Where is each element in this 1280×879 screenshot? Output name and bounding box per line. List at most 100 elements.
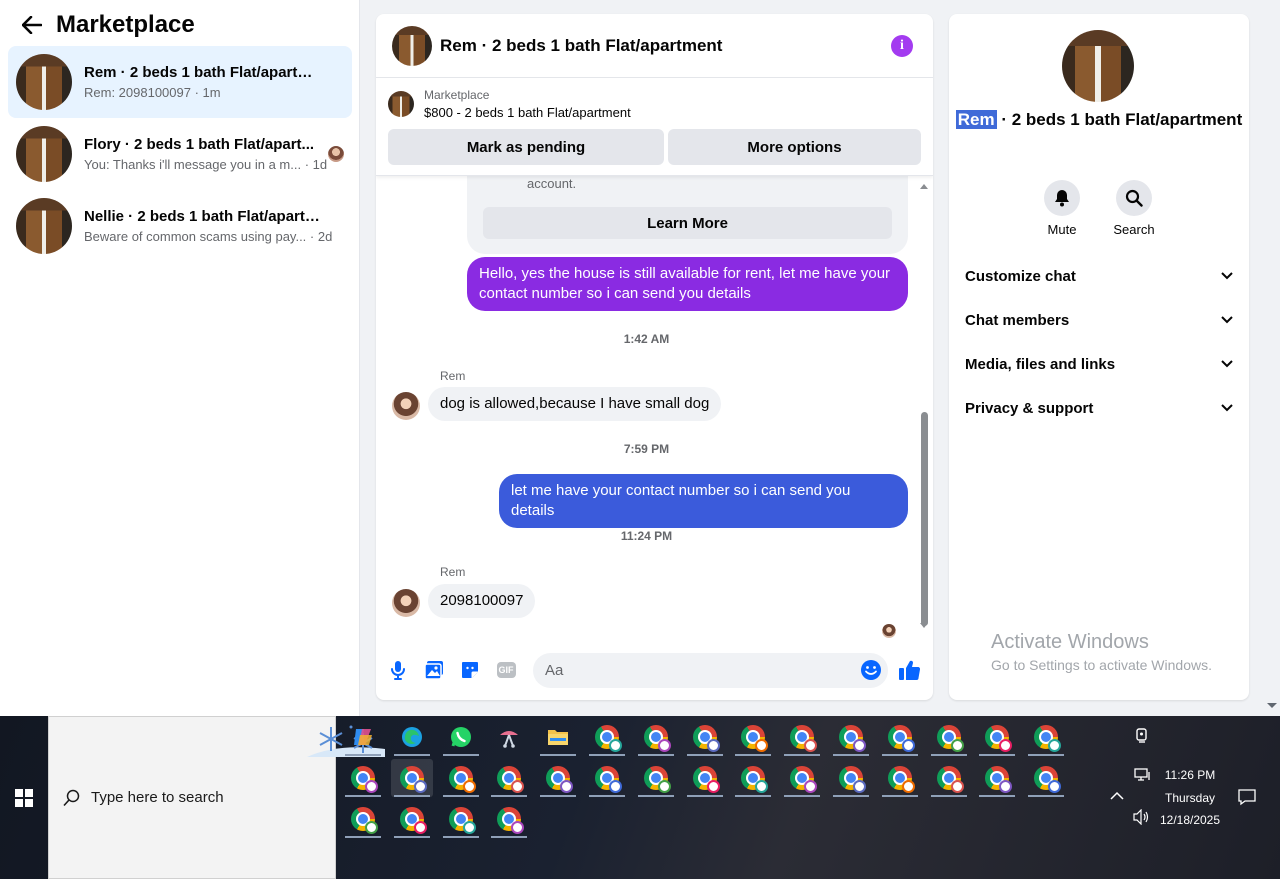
chrome-profile-icon[interactable] [879,759,921,797]
running-indicator [735,754,771,756]
running-indicator [687,754,723,756]
activate-windows-watermark: Activate Windows Go to Settings to activ… [991,631,1212,673]
clock-time[interactable]: 11:26 PM [1150,768,1230,782]
profile-badge-icon [365,821,378,834]
sender-avatar[interactable] [392,392,420,420]
file-explorer-icon[interactable] [537,718,579,756]
chevron-up-icon[interactable] [1110,790,1124,804]
listing-thumbnail [16,126,72,182]
window-scrollbar[interactable] [1263,0,1280,716]
chrome-profile-icon[interactable] [1025,759,1067,797]
listing-title[interactable]: $800 - 2 beds 1 bath Flat/apartment [424,105,631,120]
scrollbar-thumb[interactable] [921,412,928,626]
more-options-button[interactable]: More options [668,129,921,165]
chrome-profile-icon[interactable] [537,759,579,797]
mute-action[interactable]: Mute [1032,180,1092,237]
chrome-profile-icon[interactable] [830,759,872,797]
chat-title[interactable]: Rem · 2 beds 1 bath Flat/apartment [440,36,722,56]
chrome-profile-icon[interactable] [342,759,384,797]
thumbs-up-icon[interactable] [898,658,922,682]
chrome-profile-icon[interactable] [586,759,628,797]
chrome-icon [888,725,915,752]
section-label: Media, files and links [965,355,1116,373]
running-indicator [345,754,381,756]
info-icon[interactable]: i [891,35,913,57]
message-input[interactable]: Aa [533,653,888,688]
safety-notice-card: account. Learn More [467,176,908,254]
chrome-profile-icon[interactable] [684,759,726,797]
chrome-profile-icon[interactable] [781,759,823,797]
snipping-tool-icon[interactable] [488,718,530,756]
chrome-profile-icon[interactable] [928,759,970,797]
chrome-profile-icon[interactable] [488,800,530,838]
chrome-profile-icon[interactable] [976,759,1018,797]
chrome-profile-icon[interactable] [342,800,384,838]
chrome-icon [497,807,524,834]
section-customize-chat[interactable]: Customize chat [965,254,1233,298]
conversation-item-rem[interactable]: Rem · 2 beds 1 bath Flat/apartment Rem: … [8,46,352,118]
chrome-profile-icon[interactable] [488,759,530,797]
chrome-profile-icon[interactable] [781,718,823,756]
running-indicator [589,795,625,797]
speaker-icon[interactable] [1133,808,1151,828]
profile-badge-icon [365,780,378,793]
conversation-title: Flory · 2 beds 1 bath Flat/apart... [84,136,315,153]
chrome-profile-icon[interactable] [830,718,872,756]
gif-icon[interactable]: GIF [494,658,518,682]
chrome-icon [497,766,524,793]
chrome-profile-icon[interactable] [391,800,433,838]
back-arrow-icon[interactable] [20,13,44,37]
running-indicator [491,836,527,838]
notification-icon[interactable] [1238,788,1256,809]
chrome-profile-icon[interactable] [1025,718,1067,756]
mark-pending-button[interactable]: Mark as pending [388,129,664,165]
bell-icon[interactable] [1044,180,1080,216]
running-indicator [931,795,967,797]
chrome-profile-icon[interactable] [440,800,482,838]
profile-badge-icon [1048,780,1061,793]
chrome-profile-icon[interactable] [732,759,774,797]
conversation-item-flory[interactable]: Flory · 2 beds 1 bath Flat/apart... You:… [8,118,352,190]
section-chat-members[interactable]: Chat members [965,298,1233,342]
chrome-profile-icon[interactable] [440,759,482,797]
section-media-files-links[interactable]: Media, files and links [965,342,1233,386]
message-scrollbar[interactable] [919,182,929,630]
chrome-profile-icon[interactable] [391,759,433,797]
microphone-icon[interactable] [386,658,410,682]
profile-badge-icon [609,780,622,793]
chrome-profile-icon[interactable] [635,759,677,797]
chrome-profile-icon[interactable] [684,718,726,756]
whatsapp-icon[interactable] [440,718,482,756]
search-action[interactable]: Search [1104,180,1164,237]
clock-date[interactable]: 12/18/2025 [1150,813,1230,827]
taskbar-search-box[interactable]: Type here to search [48,716,385,879]
learn-more-button[interactable]: Learn More [483,207,892,239]
emoji-icon[interactable] [859,658,883,682]
meet-now-icon[interactable] [1135,728,1149,747]
section-privacy-support[interactable]: Privacy & support [965,386,1233,430]
chrome-profile-icon[interactable] [635,718,677,756]
chrome-profile-icon[interactable] [976,718,1018,756]
chrome-icon [839,766,866,793]
profile-badge-icon [511,780,524,793]
conversation-item-nellie[interactable]: Nellie · 2 beds 1 bath Flat/apartment Be… [8,190,352,262]
chrome-profile-icon[interactable] [586,718,628,756]
listing-source: Marketplace [424,88,490,102]
chrome-profile-icon[interactable] [732,718,774,756]
running-indicator [931,754,967,756]
running-indicator [979,795,1015,797]
chrome-icon [1034,725,1061,752]
marketplace-header: Marketplace [0,0,359,50]
photo-icon[interactable] [422,658,446,682]
clock-day[interactable]: Thursday [1150,791,1230,805]
copilot-icon[interactable] [342,718,384,756]
chrome-profile-icon[interactable] [879,718,921,756]
running-indicator [540,754,576,756]
profile-badge-icon [804,739,817,752]
sticker-icon[interactable] [458,658,482,682]
chrome-profile-icon[interactable] [928,718,970,756]
search-icon[interactable] [1116,180,1152,216]
windows-start-icon[interactable] [0,716,48,879]
edge-icon[interactable] [391,718,433,756]
sender-avatar[interactable] [392,589,420,617]
